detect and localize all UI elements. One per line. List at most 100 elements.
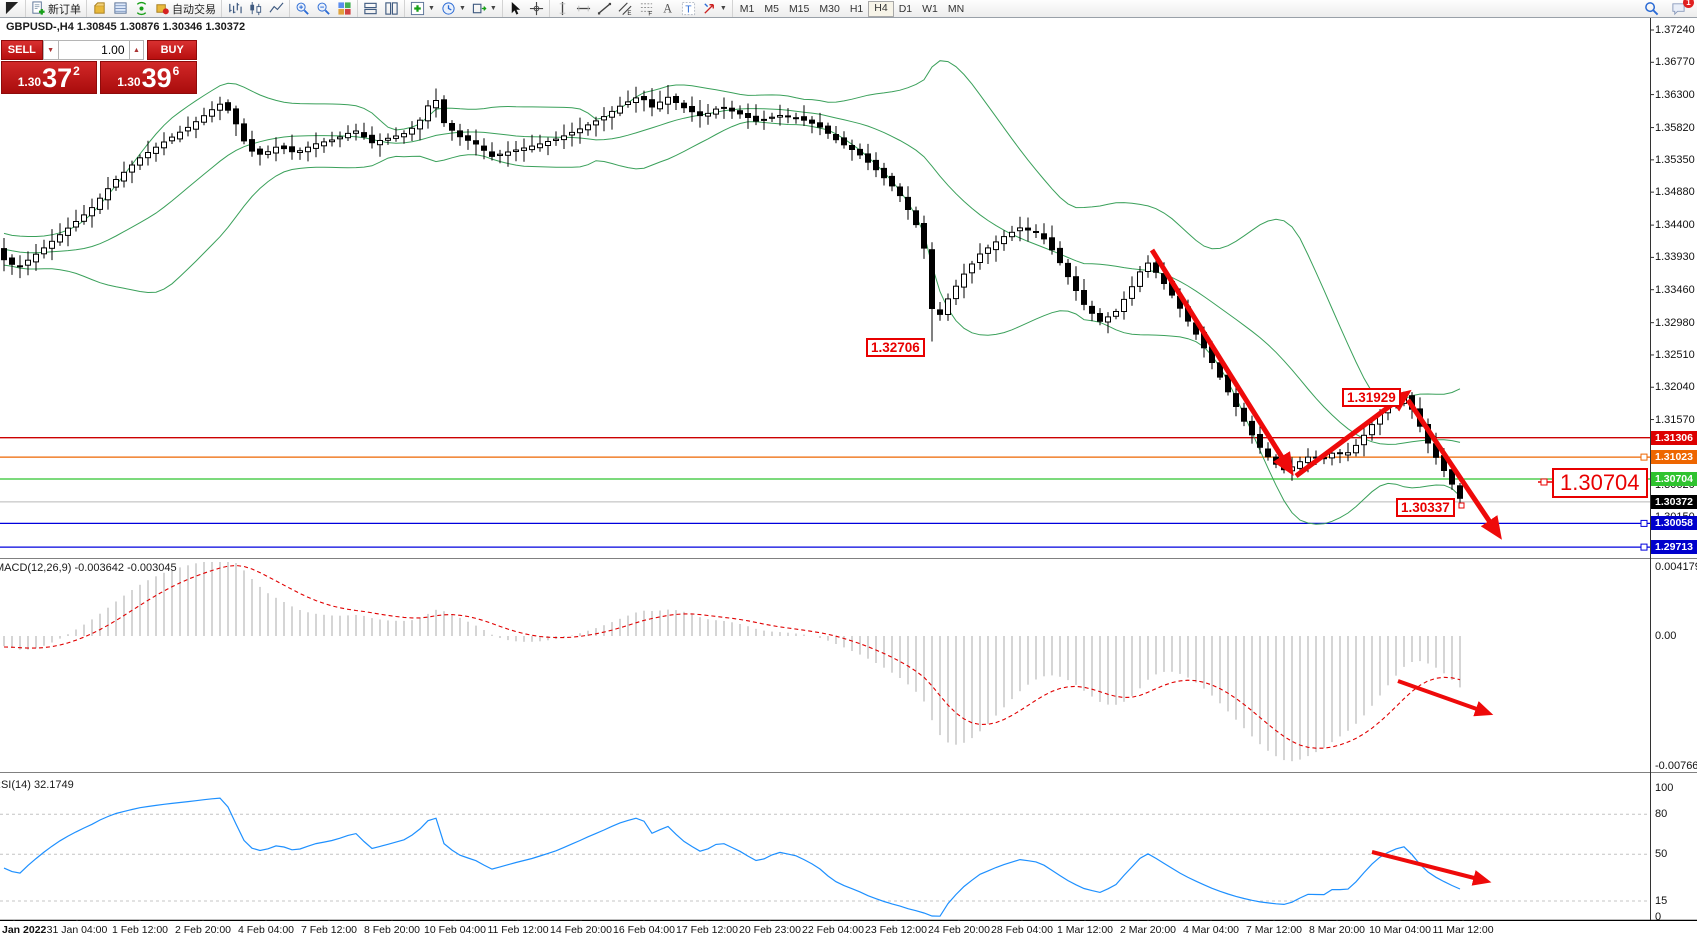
timeframe-mn[interactable]: MN xyxy=(943,2,969,16)
timeframe-m30[interactable]: M30 xyxy=(814,2,844,16)
timeframe-m15[interactable]: M15 xyxy=(784,2,814,16)
arrows-tool-button-dropdown[interactable]: ▼ xyxy=(720,5,727,12)
time-label: 22 Feb 04:00 xyxy=(802,924,864,936)
hline-marker[interactable] xyxy=(1641,454,1647,460)
svg-text:E: E xyxy=(627,10,631,16)
time-label: 4 Feb 04:00 xyxy=(238,924,294,936)
crosshair-tool-button[interactable] xyxy=(526,1,547,16)
zoom-in-button[interactable] xyxy=(292,1,313,16)
trend-arrow-1[interactable] xyxy=(1152,250,1290,470)
price-label-1.30337[interactable]: 1.30337 xyxy=(1396,498,1455,517)
sell-button[interactable]: SELL xyxy=(1,40,43,60)
time-label: 8 Mar 20:00 xyxy=(1309,924,1365,936)
search-icon[interactable] xyxy=(1641,1,1662,16)
chart-shift-button[interactable]: ▼ xyxy=(469,1,500,16)
time-label: 7 Feb 12:00 xyxy=(301,924,357,936)
symbol-info: GBPUSD-,H4 1.30845 1.30876 1.30346 1.303… xyxy=(6,21,245,33)
new-order-button-label: 新订单 xyxy=(48,1,81,17)
zoom-out-button[interactable] xyxy=(313,1,334,16)
time-label: 28 Feb 04:00 xyxy=(991,924,1053,936)
svg-text:A: A xyxy=(663,2,672,16)
price-tick-1.36770: 1.36770 xyxy=(1655,56,1695,68)
auto-trading-button[interactable]: 自动交易 xyxy=(152,1,219,16)
main-chart-panel xyxy=(0,61,1650,550)
cursor-tool-button[interactable] xyxy=(505,1,526,16)
chart-line-button[interactable] xyxy=(266,1,287,16)
timeframe-h4[interactable]: H4 xyxy=(868,1,893,17)
main-toolbar: 新订单 自动交易 ▼ ▼ ▼ EFAT ▼ M1M5M15M30H1H4D1W1MN 1 xyxy=(0,0,1697,18)
callout-anchor[interactable] xyxy=(1541,479,1547,485)
timeframe-bar: M1M5M15M30H1H4D1W1MN xyxy=(733,0,971,17)
time-label: 1 Mar 12:00 xyxy=(1057,924,1113,936)
tile-windows-button[interactable] xyxy=(334,1,355,16)
arrange-horizontal-button[interactable] xyxy=(360,1,381,16)
sell-price[interactable]: 1.30 37 2 xyxy=(1,61,97,94)
timeframe-m1[interactable]: M1 xyxy=(735,2,760,16)
rsi-arrow[interactable] xyxy=(1372,852,1486,881)
price-tick-1.31570: 1.31570 xyxy=(1655,414,1695,426)
chart-shift-button-dropdown[interactable]: ▼ xyxy=(490,5,497,12)
hline-marker[interactable] xyxy=(1641,520,1647,526)
text-button[interactable]: A xyxy=(657,1,678,16)
rsi-axis-15: 15 xyxy=(1655,895,1667,907)
window-corner-icon[interactable] xyxy=(2,1,23,16)
time-label: 11 Mar 12:00 xyxy=(1432,924,1493,936)
fibonacci-button[interactable]: F xyxy=(636,1,657,16)
chart-canvas xyxy=(0,0,1697,938)
price-tick-1.32510: 1.32510 xyxy=(1655,349,1695,361)
time-label: 1 Feb 12:00 xyxy=(112,924,168,936)
arrows-tool-button[interactable]: ▼ xyxy=(699,1,730,16)
hline-marker[interactable] xyxy=(1641,544,1647,550)
add-indicator-button[interactable]: ▼ xyxy=(407,1,438,16)
buy-button[interactable]: BUY xyxy=(147,40,197,60)
macd-axis-top: 0.004179 xyxy=(1655,561,1697,573)
time-label: 16 Feb 04:00 xyxy=(613,924,675,936)
rsi-axis-50: 50 xyxy=(1655,848,1667,860)
volume-decrease-stepper[interactable]: ▼ xyxy=(43,40,59,60)
horizontal-line-button[interactable] xyxy=(573,1,594,16)
period-clock-button-dropdown[interactable]: ▼ xyxy=(459,5,466,12)
chart-candles-button[interactable] xyxy=(245,1,266,16)
volume-increase-stepper[interactable]: ▲ xyxy=(129,40,145,60)
price-tag-1.30058: 1.30058 xyxy=(1651,516,1697,530)
price-tick-1.37240: 1.37240 xyxy=(1655,24,1695,36)
sell-price-figure: 1.30 xyxy=(18,75,41,89)
price-tick-1.34880: 1.34880 xyxy=(1655,186,1695,198)
equidistant-channel-button[interactable]: E xyxy=(615,1,636,16)
new-order-button[interactable]: 新订单 xyxy=(28,1,84,16)
timeframe-w1[interactable]: W1 xyxy=(917,2,943,16)
time-label: 4 Mar 04:00 xyxy=(1183,924,1239,936)
time-label: 23 Feb 12:00 xyxy=(865,924,927,936)
price-tag-1.29713: 1.29713 xyxy=(1651,540,1697,554)
timeframe-m5[interactable]: M5 xyxy=(759,2,784,16)
price-tick-1.35350: 1.35350 xyxy=(1655,154,1695,166)
buy-price[interactable]: 1.30 39 6 xyxy=(100,61,198,94)
timeframe-h1[interactable]: H1 xyxy=(845,2,868,16)
period-clock-button[interactable]: ▼ xyxy=(438,1,469,16)
vertical-line-button[interactable] xyxy=(552,1,573,16)
rsi-panel xyxy=(0,798,1650,916)
price-callout[interactable]: 1.30704 xyxy=(1552,468,1648,498)
rsi-line xyxy=(4,798,1460,916)
rsi-axis-100: 100 xyxy=(1655,782,1673,794)
data-window-button[interactable] xyxy=(110,1,131,16)
chart-bars-button[interactable] xyxy=(224,1,245,16)
trendline-button[interactable] xyxy=(594,1,615,16)
macd-panel xyxy=(4,562,1488,761)
text-label-button[interactable]: T xyxy=(678,1,699,16)
volume-input[interactable] xyxy=(59,40,129,60)
market-watch-button[interactable] xyxy=(89,1,110,16)
buy-price-pips: 39 xyxy=(142,65,172,92)
macd-histogram xyxy=(4,562,1460,761)
one-click-trade-panel: SELL ▼ ▲ BUY 1.30 37 2 1.30 39 6 xyxy=(1,40,197,94)
timeframe-d1[interactable]: D1 xyxy=(894,2,917,16)
signals-button[interactable] xyxy=(131,1,152,16)
add-indicator-button-dropdown[interactable]: ▼ xyxy=(428,5,435,12)
price-label-1.31929[interactable]: 1.31929 xyxy=(1342,388,1401,407)
price-label-1.32706[interactable]: 1.32706 xyxy=(866,338,925,357)
arrange-vertical-button[interactable] xyxy=(381,1,402,16)
price-tick-1.33460: 1.33460 xyxy=(1655,284,1695,296)
chat-icon[interactable]: 1 xyxy=(1668,1,1689,16)
macd-arrow[interactable] xyxy=(1398,681,1488,713)
time-label: 20 Feb 23:00 xyxy=(739,924,801,936)
